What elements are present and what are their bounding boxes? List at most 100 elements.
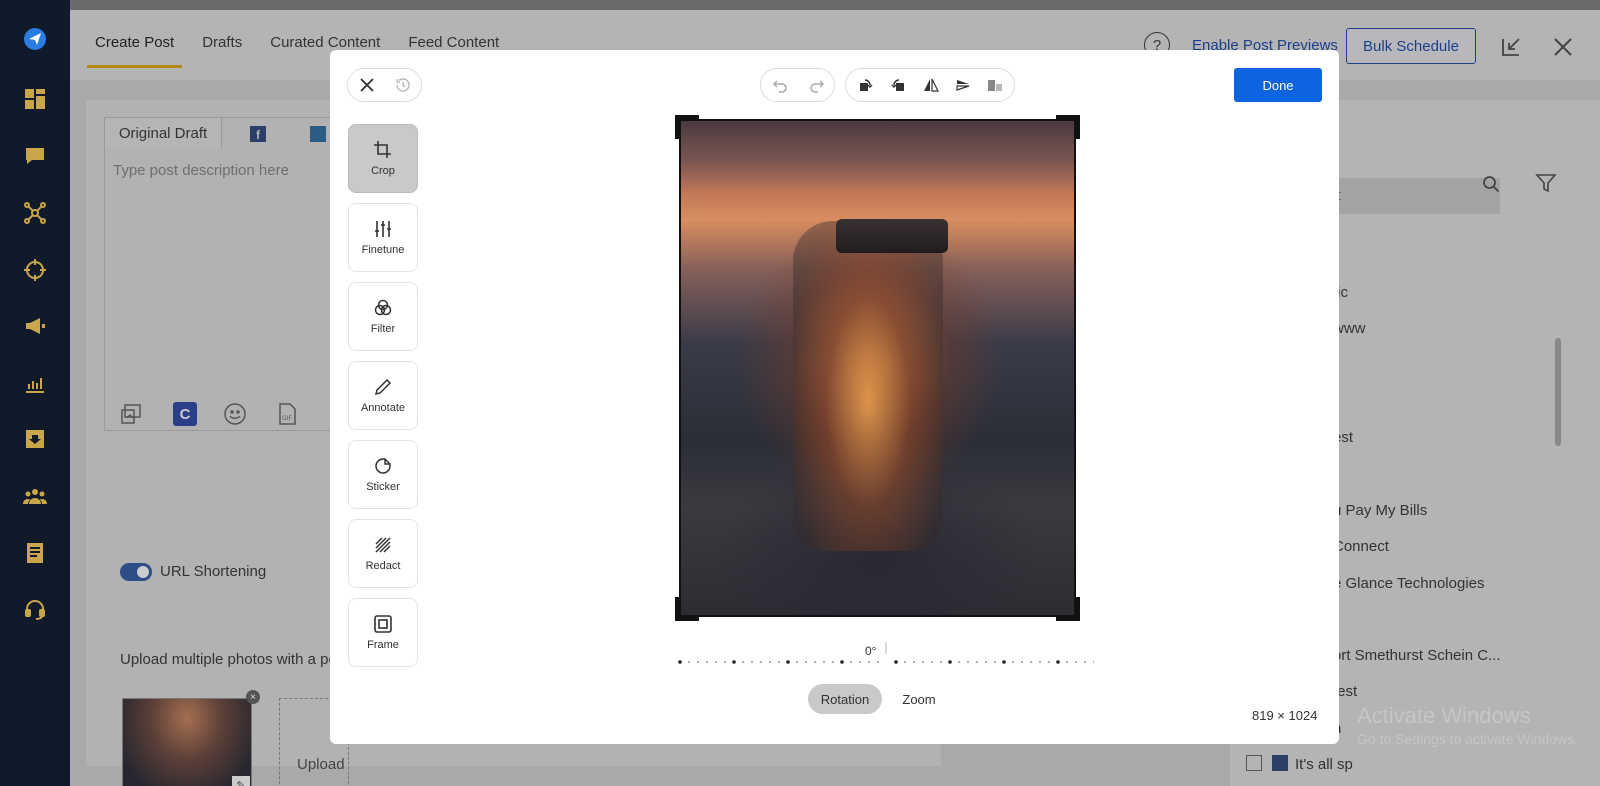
- draft-editor: Original Draft f Type post description h…: [104, 117, 344, 431]
- rotate-left-icon[interactable]: [848, 68, 882, 102]
- ruler-tick: [931, 661, 933, 663]
- ruler-tick: [706, 661, 708, 663]
- ruler-tick: [958, 661, 960, 663]
- filter-icon[interactable]: [1535, 172, 1557, 194]
- ruler-tick: [1093, 661, 1094, 663]
- redact-tool-button[interactable]: Redact: [348, 519, 418, 588]
- redact-icon: [375, 537, 391, 553]
- group-icon: [1272, 755, 1288, 771]
- gif-icon[interactable]: GIF: [275, 402, 299, 426]
- document-icon[interactable]: [22, 540, 48, 566]
- ruler-tick: [805, 661, 807, 663]
- crop-handle-top-right[interactable]: [1056, 115, 1080, 139]
- rotate-right-icon[interactable]: [882, 68, 916, 102]
- target-icon[interactable]: [22, 257, 48, 283]
- ruler-tick: [1084, 661, 1086, 663]
- account-item[interactable]: Connect: [1333, 538, 1389, 555]
- crop-icon: [374, 141, 391, 158]
- ruler-tick: [832, 661, 834, 663]
- tab-original-draft[interactable]: Original Draft: [105, 118, 222, 150]
- account-item[interactable]: It's all sp: [1295, 756, 1353, 773]
- close-icon[interactable]: [1552, 36, 1574, 58]
- edit-photo-button[interactable]: ✎: [232, 776, 250, 786]
- finetune-tool-button[interactable]: Finetune: [348, 203, 418, 272]
- search-icon[interactable]: [1482, 175, 1500, 193]
- ruler-tick: [715, 661, 717, 663]
- account-item[interactable]: e Glance Technologies: [1333, 575, 1485, 592]
- crop-frame[interactable]: [679, 119, 1076, 617]
- ruler-tick: [850, 661, 852, 663]
- zoom-tab[interactable]: Zoom: [890, 684, 948, 714]
- frame-label: Frame: [367, 639, 399, 651]
- undo-icon[interactable]: [763, 68, 797, 102]
- chart-icon[interactable]: [22, 370, 48, 396]
- crop-tool-button[interactable]: Crop: [348, 124, 418, 193]
- image-editor-modal: Done Crop Finetune Filter Annotate Stick…: [330, 50, 1339, 744]
- post-description-input[interactable]: Type post description here: [113, 162, 289, 179]
- ruler-tick: [742, 661, 744, 663]
- ruler-tick: [796, 661, 798, 663]
- annotate-tool-button[interactable]: Annotate: [348, 361, 418, 430]
- ruler-tick: [786, 660, 790, 664]
- history-icon[interactable]: [386, 68, 420, 102]
- team-icon[interactable]: [22, 483, 48, 509]
- sticker-label: Sticker: [366, 481, 400, 493]
- minimize-icon[interactable]: [1500, 36, 1522, 58]
- rotation-tab[interactable]: Rotation: [808, 684, 882, 714]
- inbox-icon[interactable]: [22, 426, 48, 452]
- bulk-schedule-button[interactable]: Bulk Schedule: [1346, 28, 1476, 64]
- pencil-icon: [374, 378, 392, 396]
- dashboard-icon[interactable]: [22, 86, 48, 112]
- rotation-ruler[interactable]: [674, 642, 1094, 666]
- rotation-value: 0°: [865, 644, 877, 658]
- account-item[interactable]: u Pay My Bills: [1333, 502, 1427, 519]
- upload-hint: Upload multiple photos with a post: [120, 651, 349, 668]
- accounts-scrollbar[interactable]: [1555, 338, 1561, 446]
- frame-icon: [374, 615, 392, 633]
- media-library-icon[interactable]: [119, 402, 143, 426]
- aspect-ratio-icon[interactable]: [978, 68, 1012, 102]
- ruler-tick: [1021, 661, 1023, 663]
- tab-create-post[interactable]: Create Post: [87, 34, 183, 68]
- ruler-tick: [1056, 660, 1060, 664]
- facebook-icon[interactable]: f: [250, 126, 266, 142]
- ruler-tick: [859, 661, 861, 663]
- url-shortening-toggle[interactable]: [120, 563, 152, 581]
- frame-tool-button[interactable]: Frame: [348, 598, 418, 667]
- emoji-icon[interactable]: [223, 402, 247, 426]
- done-button[interactable]: Done: [1234, 68, 1322, 102]
- crop-handle-bottom-left[interactable]: [675, 597, 699, 621]
- uploaded-photo-thumbnail[interactable]: [122, 698, 252, 786]
- filter-circles-icon: [374, 299, 392, 316]
- paper-plane-icon[interactable]: [22, 26, 48, 52]
- filter-tool-button[interactable]: Filter: [348, 282, 418, 351]
- image-dimensions: 819 × 1024: [1252, 708, 1318, 723]
- ruler-tick: [994, 661, 996, 663]
- megaphone-icon[interactable]: [22, 313, 48, 339]
- chat-icon[interactable]: [22, 143, 48, 169]
- ruler-tick: [868, 661, 870, 663]
- ruler-tick: [688, 661, 690, 663]
- flip-horizontal-icon[interactable]: [914, 68, 948, 102]
- sticker-tool-button[interactable]: Sticker: [348, 440, 418, 509]
- ruler-tick: [778, 661, 780, 663]
- support-icon[interactable]: [22, 596, 48, 622]
- ruler-tick: [823, 661, 825, 663]
- crop-handle-top-left[interactable]: [675, 115, 699, 139]
- crop-handle-bottom-right[interactable]: [1056, 597, 1080, 621]
- remove-photo-button[interactable]: ×: [246, 690, 260, 704]
- activate-windows-title: Activate Windows: [1357, 703, 1531, 728]
- account-item[interactable]: ort Smethurst Schein C...: [1333, 647, 1501, 664]
- twitter-icon[interactable]: [310, 126, 326, 142]
- network-icon[interactable]: [22, 200, 48, 226]
- canva-icon[interactable]: C: [173, 402, 197, 426]
- ruler-tick: [1030, 661, 1032, 663]
- tab-drafts[interactable]: Drafts: [194, 34, 250, 68]
- ruler-tick: [985, 661, 987, 663]
- flip-vertical-icon[interactable]: [946, 68, 980, 102]
- account-checkbox[interactable]: [1246, 755, 1262, 771]
- filter-label: Filter: [370, 323, 396, 335]
- close-icon[interactable]: [350, 68, 384, 102]
- redo-icon[interactable]: [800, 68, 834, 102]
- crop-label: Crop: [371, 165, 395, 177]
